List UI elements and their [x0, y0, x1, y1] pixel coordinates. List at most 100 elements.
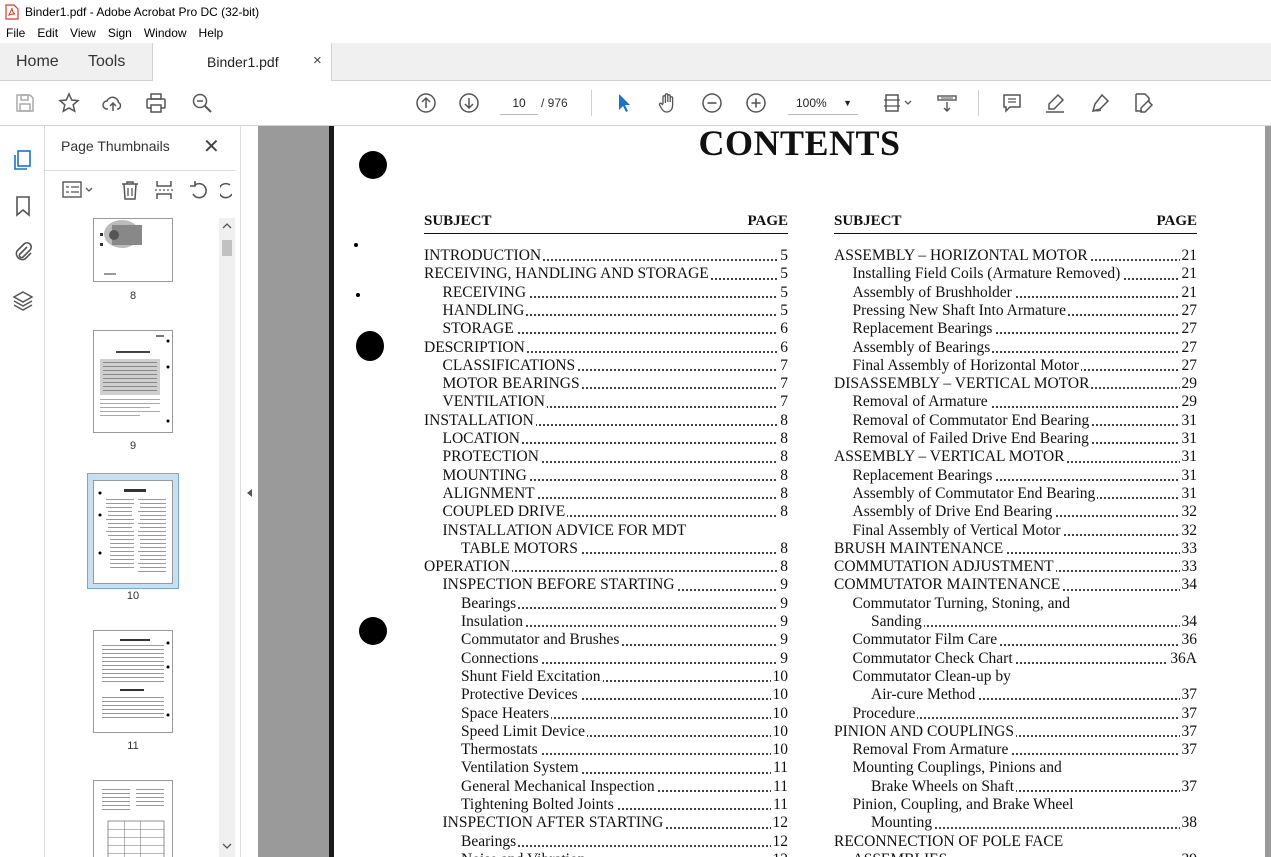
close-tab-icon[interactable]: × [313, 52, 322, 69]
fit-page-icon[interactable] [880, 91, 914, 115]
toc-entry-page: 9 [778, 649, 788, 668]
menu-file[interactable]: File [0, 26, 31, 40]
toc-entry: Bearings 9 [424, 594, 788, 613]
zoom-level-select[interactable]: 100% ▼ [788, 91, 858, 115]
toc-entry-page: 27 [1179, 301, 1197, 320]
attachment-paperclip-icon[interactable] [11, 240, 35, 264]
toc-entry: Assembly of Brushholder 21 [834, 283, 1197, 302]
close-panel-icon[interactable]: ✕ [203, 134, 220, 159]
print-icon[interactable] [144, 91, 168, 115]
menu-sign[interactable]: Sign [102, 26, 138, 40]
tab-document[interactable]: Binder1.pdf × [152, 43, 332, 82]
star-icon[interactable] [57, 91, 81, 115]
toc-entry: ALIGNMENT 8 [424, 484, 788, 503]
toc-entry: Assembly of Drive End Bearing 32 [834, 503, 1197, 522]
toc-entry-page: 9 [778, 631, 788, 650]
toc-entry: Insulation 9 [424, 613, 788, 631]
tab-bar: Home Tools Binder1.pdf × [0, 43, 1271, 82]
page-number-input[interactable]: 10 [500, 91, 538, 115]
toc-entry: TABLE MOTORS 8 [424, 539, 788, 558]
toc-entry-page: 34 [1179, 613, 1197, 631]
toc-entry-page: 8 [778, 430, 788, 448]
menu-window[interactable]: Window [138, 26, 193, 40]
toolbar: 10 / 976 100% ▼ [0, 81, 1271, 126]
tab-document-label: Binder1.pdf [207, 54, 279, 70]
extract-page-icon[interactable] [153, 179, 175, 201]
toc-entry: Commutator Check Chart 36A [834, 649, 1197, 668]
toc-entry-title: INSPECTION BEFORE STARTING [442, 576, 677, 594]
layers-icon[interactable] [11, 289, 35, 313]
more-tools-icon[interactable] [220, 179, 232, 201]
toc-entry: Ventilation System 11 [424, 759, 788, 778]
sign-pen-icon[interactable] [1088, 91, 1112, 115]
thumbnail-page-11[interactable] [93, 630, 173, 733]
menu-edit[interactable]: Edit [31, 26, 64, 40]
toc-right-header: SUBJECT PAGE [834, 212, 1197, 234]
upload-cloud-icon[interactable] [101, 91, 125, 115]
toc-entry: INSTALLATION 8 [424, 411, 788, 430]
toc-entry: Assembly of Bearings 27 [834, 338, 1197, 357]
find-zoom-icon[interactable] [190, 91, 214, 115]
toc-entry-title: Thermostats [461, 741, 540, 759]
toc-entry-title: Assembly of Drive End Bearing [852, 503, 1055, 521]
tab-tools[interactable]: Tools [88, 43, 125, 81]
toc-entry-title: ASSEMBLY – HORIZONTAL MOTOR [834, 247, 1090, 264]
toc-entry: Mounting Couplings, Pinions and [834, 759, 1197, 777]
toc-entry-page: 32 [1179, 503, 1197, 522]
toc-entry: RECONNECTION OF POLE FACE [834, 832, 1197, 851]
page-thumbnails-icon[interactable] [11, 148, 35, 172]
toc-entry-title: COMMUTATOR MAINTENANCE [834, 576, 1063, 594]
toc-entry-page: 6 [778, 338, 788, 357]
toc-entry-page: 9 [778, 594, 788, 613]
toc-entry-page: 39 [1179, 850, 1197, 857]
toc-entry-title: MOTOR BEARINGS [442, 375, 582, 393]
toc-entry-title: INSTALLATION ADVICE FOR MDT [442, 521, 689, 539]
thumbnail-scrollbar[interactable] [219, 218, 235, 857]
panel-toolbar [45, 170, 235, 210]
comment-icon[interactable] [1000, 91, 1024, 115]
chevron-down-icon: ▼ [843, 98, 852, 108]
scroll-mode-icon[interactable] [935, 91, 959, 115]
zoom-in-icon[interactable] [744, 91, 768, 115]
zoom-out-icon[interactable] [700, 91, 724, 115]
toc-entry: Shunt Field Excitation 10 [424, 667, 788, 686]
binder-hole [356, 331, 384, 361]
previous-page-icon[interactable] [414, 91, 438, 115]
thumbnail-page-12[interactable] [93, 780, 173, 857]
toc-entry-page: 27 [1179, 338, 1197, 357]
thumbnail-page-10[interactable] [93, 480, 173, 584]
toc-entry: Pressing New Shaft Into Armature 27 [834, 301, 1197, 320]
thumbnail-page-8[interactable] [93, 218, 173, 282]
select-cursor-icon[interactable] [612, 91, 636, 115]
thumbnails-panel: Page Thumbnails ✕ 8 9 10 11 [45, 126, 240, 857]
zoom-level-value: 100% [796, 96, 827, 110]
toc-entry-page: 7 [778, 356, 788, 375]
toc-entry: CLASSIFICATIONS 7 [424, 356, 788, 375]
thumbnail-page-9[interactable] [93, 330, 173, 433]
panel-collapse-handle[interactable] [240, 126, 258, 857]
scrollbar-thumb[interactable] [222, 240, 232, 256]
toc-entry-title: Commutator and Brushes [461, 631, 622, 649]
toc-entry-title: Ventilation System [461, 759, 581, 777]
toc-entry-page: 11 [771, 796, 788, 814]
toc-entry-page: 8 [778, 466, 788, 485]
menu-help[interactable]: Help [193, 26, 230, 40]
highlight-pen-icon[interactable] [1043, 91, 1067, 115]
panel-title: Page Thumbnails [61, 138, 170, 154]
thumbnail-options-icon[interactable] [61, 179, 95, 201]
toc-entry-title: Connections [461, 649, 541, 667]
rotate-page-icon[interactable] [188, 179, 210, 201]
menu-view[interactable]: View [64, 26, 102, 40]
document-viewer[interactable]: CONTENTS SUBJECT PAGE INTRODUCTION 5 RECEI… [258, 126, 1271, 857]
toc-entry-title: Pressing New Shaft Into Armature [852, 301, 1069, 319]
hand-tool-icon[interactable] [656, 91, 680, 115]
save-icon[interactable] [13, 91, 37, 115]
edit-pdf-icon[interactable] [1131, 91, 1155, 115]
tab-home[interactable]: Home [16, 43, 59, 81]
bookmark-icon[interactable] [11, 194, 35, 218]
next-page-icon[interactable] [457, 91, 481, 115]
toc-entry-page: 10 [770, 686, 788, 705]
delete-page-icon[interactable] [119, 179, 141, 201]
toc-entry-page: 10 [770, 741, 788, 760]
thumbnail-list: 8 9 10 11 [45, 218, 221, 857]
